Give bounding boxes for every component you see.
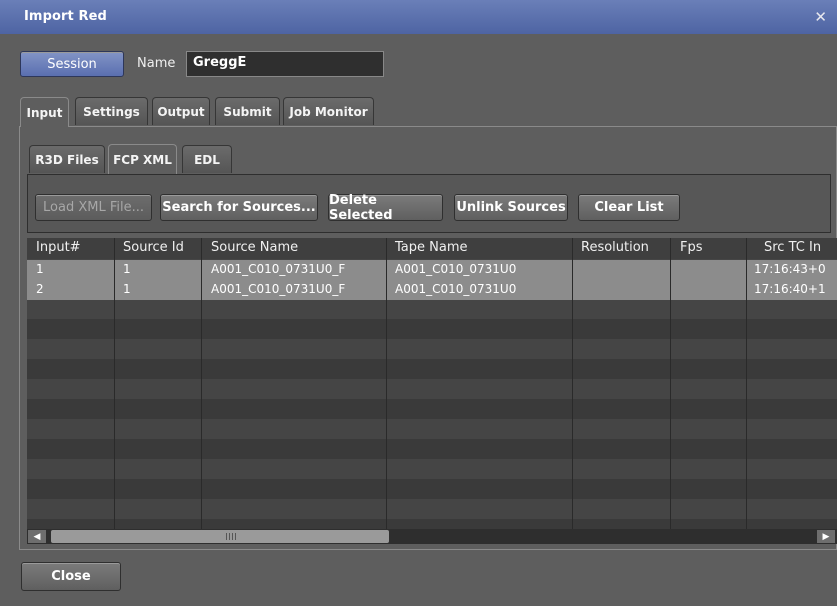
cell-tape-name: A001_C010_0731U0	[395, 282, 517, 296]
column-header[interactable]: Fps	[680, 240, 703, 255]
subtab-fcp-xml[interactable]: FCP XML	[108, 144, 177, 174]
tab-input[interactable]: Input	[20, 97, 69, 127]
session-button[interactable]: Session	[20, 51, 124, 77]
column-header[interactable]: Source Name	[211, 240, 298, 255]
tab-output[interactable]: Output	[152, 97, 210, 125]
scrollbar-thumb[interactable]	[51, 530, 389, 543]
tab-settings[interactable]: Settings	[75, 97, 148, 125]
column-header[interactable]: Input#	[36, 240, 81, 255]
sources-table: Input# Source Id Source Name Tape Name R…	[27, 238, 837, 529]
horizontal-scrollbar[interactable]: ◀ ▶	[27, 529, 837, 544]
column-header[interactable]: Source Id	[123, 240, 184, 255]
table-row[interactable]: 1 1 A001_C010_0731U0_F A001_C010_0731U0 …	[27, 260, 837, 280]
window-title: Import Red	[24, 9, 107, 24]
scrollbar-grip	[226, 533, 238, 540]
subtab-edl[interactable]: EDL	[182, 145, 232, 173]
cell-source-id: 1	[123, 282, 131, 296]
load-xml-file-button[interactable]: Load XML File...	[35, 194, 152, 221]
title-bar: Import Red ✕	[0, 0, 837, 34]
clear-list-button[interactable]: Clear List	[578, 194, 680, 221]
name-field[interactable]: GreggE	[186, 51, 384, 77]
column-divider	[746, 238, 747, 529]
column-divider	[201, 238, 202, 529]
cell-src-tc-in: 17:16:40+1	[754, 282, 826, 296]
cell-input-number: 1	[36, 262, 44, 276]
cell-source-name: A001_C010_0731U0_F	[211, 282, 346, 296]
scroll-right-arrow-icon[interactable]: ▶	[817, 530, 835, 543]
cell-src-tc-in: 17:16:43+0	[754, 262, 826, 276]
scroll-left-arrow-icon[interactable]: ◀	[28, 530, 46, 543]
name-label: Name	[137, 56, 176, 71]
search-for-sources-button[interactable]: Search for Sources...	[160, 194, 318, 221]
subtab-r3d-files[interactable]: R3D Files	[29, 145, 105, 173]
tab-job-monitor[interactable]: Job Monitor	[283, 97, 374, 125]
cell-tape-name: A001_C010_0731U0	[395, 262, 517, 276]
column-header[interactable]: Tape Name	[395, 240, 468, 255]
cell-source-name: A001_C010_0731U0_F	[211, 262, 346, 276]
unlink-sources-button[interactable]: Unlink Sources	[454, 194, 568, 221]
column-divider	[572, 238, 573, 529]
column-header[interactable]: Resolution	[581, 240, 649, 255]
delete-selected-button[interactable]: Delete Selected	[328, 193, 443, 223]
column-header[interactable]: Src TC In	[764, 240, 821, 255]
table-row[interactable]: 2 1 A001_C010_0731U0_F A001_C010_0731U0 …	[27, 280, 837, 300]
close-button[interactable]: Close	[21, 562, 121, 591]
column-divider	[670, 238, 671, 529]
column-divider	[386, 238, 387, 529]
cell-source-id: 1	[123, 262, 131, 276]
column-divider	[114, 238, 115, 529]
table-header: Input# Source Id Source Name Tape Name R…	[27, 238, 837, 259]
cell-input-number: 2	[36, 282, 44, 296]
close-icon[interactable]: ✕	[814, 8, 827, 26]
tab-submit[interactable]: Submit	[215, 97, 280, 125]
